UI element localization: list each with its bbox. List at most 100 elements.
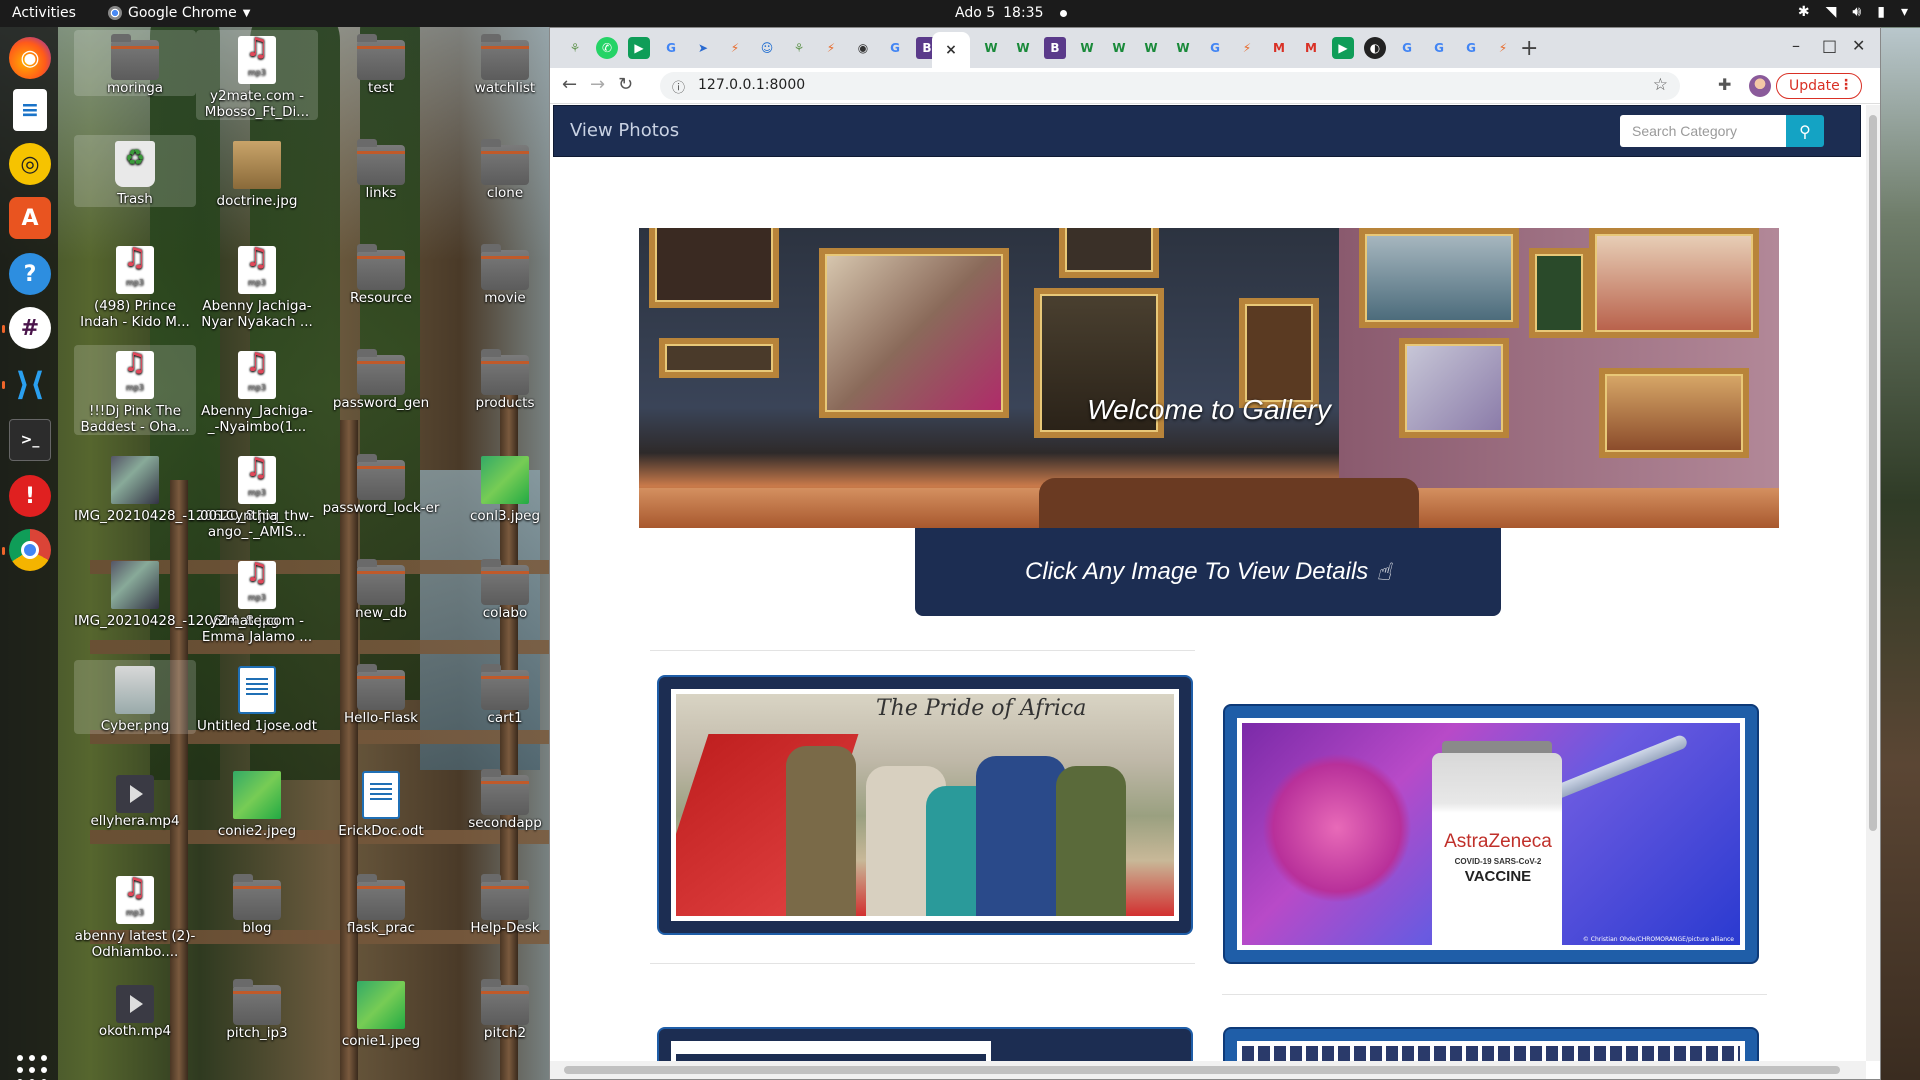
desktop-icon-folder[interactable]: Hello-Flask [320,660,442,726]
search-button[interactable]: ⚲ [1786,115,1824,147]
desktop-icon-folder[interactable]: blog [196,870,318,936]
system-tray[interactable]: ✱ ◥ 🔊︎ ▮ ▾ [1798,4,1908,20]
tab-w-icon-6[interactable]: W [1172,37,1194,59]
address-url[interactable]: 127.0.0.1:8000 [698,77,805,93]
tab-w-icon-3[interactable]: W [1076,37,1098,59]
terminal-icon[interactable]: >_ [9,419,51,461]
tab-circle-icon[interactable]: ◉ [852,37,874,59]
desktop-icon-folder[interactable]: Help-Desk [444,870,566,936]
desktop-icon-mp3[interactable]: y2mate.com - Mbosso_Ft_Di... [196,30,318,120]
tab-google-icon-6[interactable]: G [1460,37,1482,59]
desktop-icon-folder[interactable]: flask_prac [320,870,442,936]
show-applications-icon[interactable] [17,1055,47,1080]
tab-active[interactable]: × [932,32,970,68]
close-window-button[interactable]: ✕ [1852,36,1865,55]
photo-card[interactable] [1225,1029,1757,1061]
desktop-icon-folder[interactable]: colabo [444,555,566,621]
firefox-icon[interactable]: ◉ [9,37,51,79]
slack-icon[interactable]: # [9,307,51,349]
power-menu-icon[interactable]: ▾ [1901,4,1908,20]
desktop-icon-folder[interactable]: moringa [74,30,196,96]
desktop-icon-image[interactable]: doctrine.jpg [196,135,318,209]
horizontal-scrollbar[interactable] [550,1061,1866,1079]
photo-card[interactable] [659,1029,1191,1061]
tab-whatsapp-icon[interactable]: ✆ [596,37,618,59]
photo-image-pride-of-africa[interactable]: The Pride of Africa [671,689,1179,921]
vscode-icon[interactable]: ⟩⟨ [9,363,51,405]
bookmark-star-icon[interactable]: ☆ [1653,75,1668,95]
desktop-icon-mp3[interactable]: !!!Dj Pink The Baddest - Oha... [74,345,196,435]
tab-w-icon[interactable]: W [980,37,1002,59]
tab-orange-icon[interactable]: ⚡ [820,37,842,59]
tab-w-icon-4[interactable]: W [1108,37,1130,59]
tab-w-icon-5[interactable]: W [1140,37,1162,59]
desktop-icon-image[interactable]: Cyber.png [74,660,196,734]
desktop-icon-trash[interactable]: Trash [74,135,196,207]
tab-google-icon-3[interactable]: G [1204,37,1226,59]
photo-image-astrazeneca-vaccine[interactable]: AstraZeneca COVID-19 SARS-CoV-2 VACCINE … [1237,718,1745,950]
tab-bootstrap-icon-2[interactable]: B [1044,37,1066,59]
desktop-icon-folder[interactable]: test [320,30,442,96]
tab-close-icon[interactable]: × [945,42,957,58]
tab-gmail-icon-2[interactable]: M [1300,37,1322,59]
tab-github-icon[interactable]: ◐ [1364,37,1386,59]
slack-tray-icon[interactable]: ✱ [1798,4,1810,20]
desktop-icon-mp3[interactable]: Abenny_Jachiga-_-Nyaimbo(1... [196,345,318,435]
activities-button[interactable]: Activities [12,5,76,21]
desktop-icon-image[interactable]: conie1.jpeg [320,975,442,1049]
site-info-icon[interactable]: ⓘ [672,77,685,96]
battery-icon[interactable]: ▮ [1877,4,1885,20]
tab-telegram-icon[interactable]: ➤ [692,37,714,59]
tab-smile-icon[interactable]: ☺ [756,37,778,59]
search-input[interactable] [1620,115,1786,147]
tab-google-icon-4[interactable]: G [1396,37,1418,59]
desktop-icon-video[interactable]: okoth.mp4 [74,975,196,1039]
profile-avatar[interactable] [1749,75,1771,97]
desktop-icon-mp3[interactable]: (498) Prince Indah - Kido M... [74,240,196,330]
photo-card[interactable]: The Pride of Africa [659,677,1191,933]
desktop-icon-mp3[interactable]: y2mate.com - Emma Jalamo ... [196,555,318,645]
desktop-icon-folder[interactable]: clone [444,135,566,201]
desktop-icon-folder[interactable]: pitch2 [444,975,566,1041]
address-bar[interactable]: ⓘ 127.0.0.1:8000 ☆ [660,72,1680,100]
help-icon[interactable]: ? [9,253,51,295]
maximize-button[interactable]: □ [1822,36,1837,55]
desktop-icon-image[interactable]: IMG_20210428_-120614_8.jpg [74,555,279,629]
tab-orange-icon-2[interactable]: ⚡ [1236,37,1258,59]
clock[interactable]: Ado 5 18:35 [955,5,1067,21]
desktop-icon-folder[interactable]: links [320,135,442,201]
photo-card[interactable]: AstraZeneca COVID-19 SARS-CoV-2 VACCINE … [1225,706,1757,962]
tab-google-icon[interactable]: G [660,37,682,59]
tab-pin-icon-2[interactable]: ⚘ [788,37,810,59]
tab-meet-icon-2[interactable]: ▶ [1332,37,1354,59]
desktop-icon-odt[interactable]: ErickDoc.odt [320,765,442,839]
desktop-icon-folder[interactable]: products [444,345,566,411]
tab-google-icon-5[interactable]: G [1428,37,1450,59]
forward-button[interactable]: → [590,74,605,95]
desktop-icon-image[interactable]: conie2.jpeg [196,765,318,839]
desktop-icon-folder[interactable]: watchlist [444,30,566,96]
desktop-icon-folder[interactable]: Resource [320,240,442,306]
volume-icon[interactable]: 🔊︎ [1852,4,1861,20]
update-button[interactable]: Update ⋮ [1776,73,1862,99]
reload-button[interactable]: ↻ [618,74,633,95]
desktop-icon-image[interactable]: conl3.jpeg [444,450,566,524]
desktop-icon-folder[interactable]: password_gen [320,345,442,411]
tab-google-icon-2[interactable]: G [884,37,906,59]
new-tab-button[interactable]: + [1520,36,1538,61]
rhythmbox-icon[interactable]: ◎ [9,143,51,185]
desktop-icon-mp3[interactable]: abenny latest (2)-Odhiambo.... [74,870,196,960]
photo-image[interactable] [1237,1041,1745,1061]
app-menu[interactable]: Google Chrome ▼ [108,5,250,21]
desktop-icon-folder[interactable]: new_db [320,555,442,621]
desktop-icon-mp3[interactable]: Abenny Jachiga- Nyar Nyakach ... [196,240,318,330]
tab-orange-icon-3[interactable]: ⚡ [1492,37,1514,59]
tab-bitwarden-icon[interactable]: ⚡ [724,37,746,59]
tab-gmail-icon[interactable]: M [1268,37,1290,59]
chrome-icon[interactable] [9,529,51,571]
desktop-icon-folder[interactable]: secondapp [444,765,566,831]
desktop-icon-mp3[interactable]: 001Cynthia_thw-ango_-_AMIS... [196,450,318,540]
alert-icon[interactable]: ! [9,475,51,517]
minimize-button[interactable]: – [1792,36,1800,55]
desktop-icon-image[interactable]: IMG_20210428_-120620_8.jpg [74,450,279,524]
